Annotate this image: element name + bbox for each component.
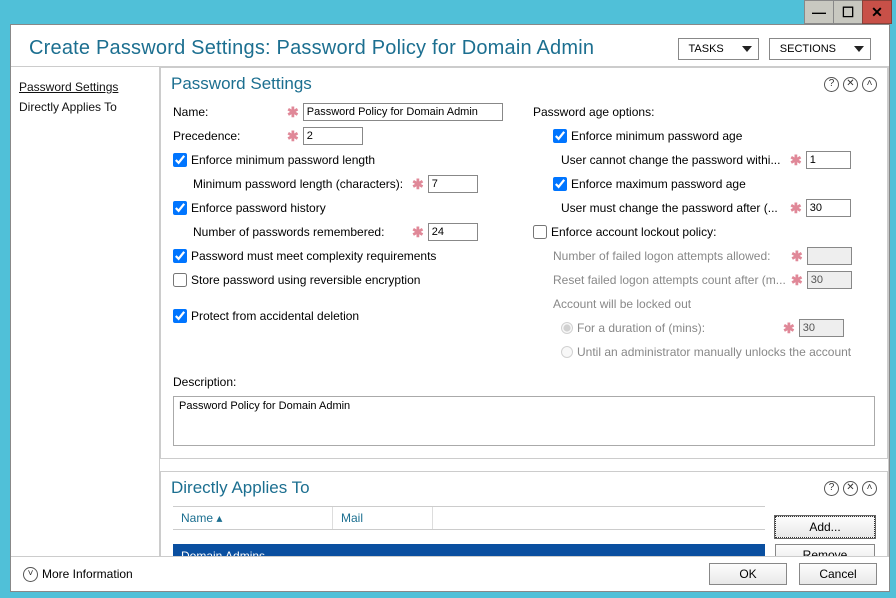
complexity-checkbox[interactable] bbox=[173, 249, 187, 263]
add-button[interactable]: Add... bbox=[775, 516, 875, 538]
remove-button[interactable]: Remove bbox=[775, 544, 875, 556]
ok-button[interactable]: OK bbox=[709, 563, 787, 585]
close-section-icon[interactable]: ✕ bbox=[843, 77, 858, 92]
column-mail[interactable]: Mail bbox=[333, 507, 433, 529]
section-title: Directly Applies To bbox=[171, 478, 824, 498]
window-title: Create Password Settings: Password Polic… bbox=[29, 37, 594, 60]
help-icon[interactable]: ? bbox=[824, 481, 839, 496]
history-count-label: Number of passwords remembered: bbox=[193, 225, 408, 239]
titlebar: — ☐ ✕ bbox=[0, 0, 896, 24]
min-age-input[interactable] bbox=[806, 151, 851, 169]
required-icon: ✱ bbox=[786, 152, 806, 169]
directly-applies-to-section: Directly Applies To ? ✕ ˄ Name ▴ bbox=[160, 471, 888, 556]
required-icon: ✱ bbox=[786, 200, 806, 217]
max-age-checkbox[interactable] bbox=[553, 177, 567, 191]
sidebar: Password Settings Directly Applies To bbox=[11, 67, 159, 556]
reset-count-input bbox=[807, 271, 852, 289]
max-age-input[interactable] bbox=[806, 199, 851, 217]
sections-dropdown[interactable]: SECTIONS bbox=[769, 38, 871, 60]
description-input[interactable]: Password Policy for Domain Admin bbox=[173, 396, 875, 446]
history-checkbox[interactable] bbox=[173, 201, 187, 215]
locked-out-label: Account will be locked out bbox=[553, 297, 691, 311]
required-icon: ✱ bbox=[408, 224, 428, 241]
duration-radio bbox=[561, 322, 573, 334]
more-information-link[interactable]: ˅ More Information bbox=[23, 567, 709, 582]
column-blank bbox=[433, 507, 765, 529]
collapse-icon[interactable]: ˄ bbox=[862, 77, 877, 92]
section-title: Password Settings bbox=[171, 74, 824, 94]
table-row[interactable]: Domain Admins bbox=[173, 544, 765, 556]
sidebar-item-directly-applies-to[interactable]: Directly Applies To bbox=[19, 97, 151, 117]
maximize-button[interactable]: ☐ bbox=[833, 0, 863, 24]
max-age-text: User must change the password after (... bbox=[561, 201, 786, 215]
required-icon: ✱ bbox=[283, 128, 303, 145]
min-age-checkbox[interactable] bbox=[553, 129, 567, 143]
applies-to-table: Name ▴ Mail Domain Admins bbox=[173, 506, 765, 556]
password-settings-section: Password Settings ? ✕ ˄ Name: bbox=[160, 67, 888, 459]
min-age-text: User cannot change the password withi... bbox=[561, 153, 786, 167]
reversible-label: Store password using reversible encrypti… bbox=[191, 273, 420, 287]
footer: ˅ More Information OK Cancel bbox=[11, 556, 889, 591]
close-button[interactable]: ✕ bbox=[862, 0, 892, 24]
required-icon: ✱ bbox=[787, 272, 807, 289]
until-admin-label: Until an administrator manually unlocks … bbox=[577, 345, 851, 359]
window: Create Password Settings: Password Polic… bbox=[10, 24, 890, 592]
precedence-label: Precedence: bbox=[173, 129, 283, 143]
required-icon: ✱ bbox=[787, 248, 807, 265]
sidebar-item-password-settings[interactable]: Password Settings bbox=[19, 77, 151, 97]
lockout-label: Enforce account lockout policy: bbox=[551, 225, 716, 239]
min-length-label: Enforce minimum password length bbox=[191, 153, 375, 167]
close-section-icon[interactable]: ✕ bbox=[843, 481, 858, 496]
name-label: Name: bbox=[173, 105, 283, 119]
chevron-down-icon bbox=[854, 46, 864, 52]
chevron-down-icon: ˅ bbox=[23, 567, 38, 582]
lockout-checkbox[interactable] bbox=[533, 225, 547, 239]
required-icon: ✱ bbox=[283, 104, 303, 121]
chevron-down-icon bbox=[742, 46, 752, 52]
failed-attempts-input bbox=[807, 247, 852, 265]
max-age-label: Enforce maximum password age bbox=[571, 177, 746, 191]
until-admin-radio bbox=[561, 346, 573, 358]
min-length-chars-label: Minimum password length (characters): bbox=[193, 177, 408, 191]
history-input[interactable] bbox=[428, 223, 478, 241]
protect-checkbox[interactable] bbox=[173, 309, 187, 323]
reset-count-label: Reset failed logon attempts count after … bbox=[553, 273, 787, 287]
history-label: Enforce password history bbox=[191, 201, 326, 215]
complexity-label: Password must meet complexity requiremen… bbox=[191, 249, 436, 263]
tasks-dropdown[interactable]: TASKS bbox=[678, 38, 759, 60]
window-header: Create Password Settings: Password Polic… bbox=[11, 25, 889, 66]
duration-input bbox=[799, 319, 844, 337]
protect-label: Protect from accidental deletion bbox=[191, 309, 359, 323]
precedence-input[interactable] bbox=[303, 127, 363, 145]
minimize-button[interactable]: — bbox=[804, 0, 834, 24]
sort-asc-icon: ▴ bbox=[216, 511, 222, 525]
content-area: Password Settings ? ✕ ˄ Name: bbox=[159, 67, 889, 556]
description-label: Description: bbox=[173, 375, 236, 389]
required-icon: ✱ bbox=[779, 320, 799, 337]
min-age-label: Enforce minimum password age bbox=[571, 129, 742, 143]
help-icon[interactable]: ? bbox=[824, 77, 839, 92]
reversible-checkbox[interactable] bbox=[173, 273, 187, 287]
age-options-label: Password age options: bbox=[533, 105, 654, 119]
duration-label: For a duration of (mins): bbox=[577, 321, 779, 335]
collapse-icon[interactable]: ˄ bbox=[862, 481, 877, 496]
cancel-button[interactable]: Cancel bbox=[799, 563, 877, 585]
column-name[interactable]: Name ▴ bbox=[173, 507, 333, 529]
min-length-input[interactable] bbox=[428, 175, 478, 193]
failed-attempts-label: Number of failed logon attempts allowed: bbox=[553, 249, 787, 263]
min-length-checkbox[interactable] bbox=[173, 153, 187, 167]
name-input[interactable] bbox=[303, 103, 503, 121]
required-icon: ✱ bbox=[408, 176, 428, 193]
